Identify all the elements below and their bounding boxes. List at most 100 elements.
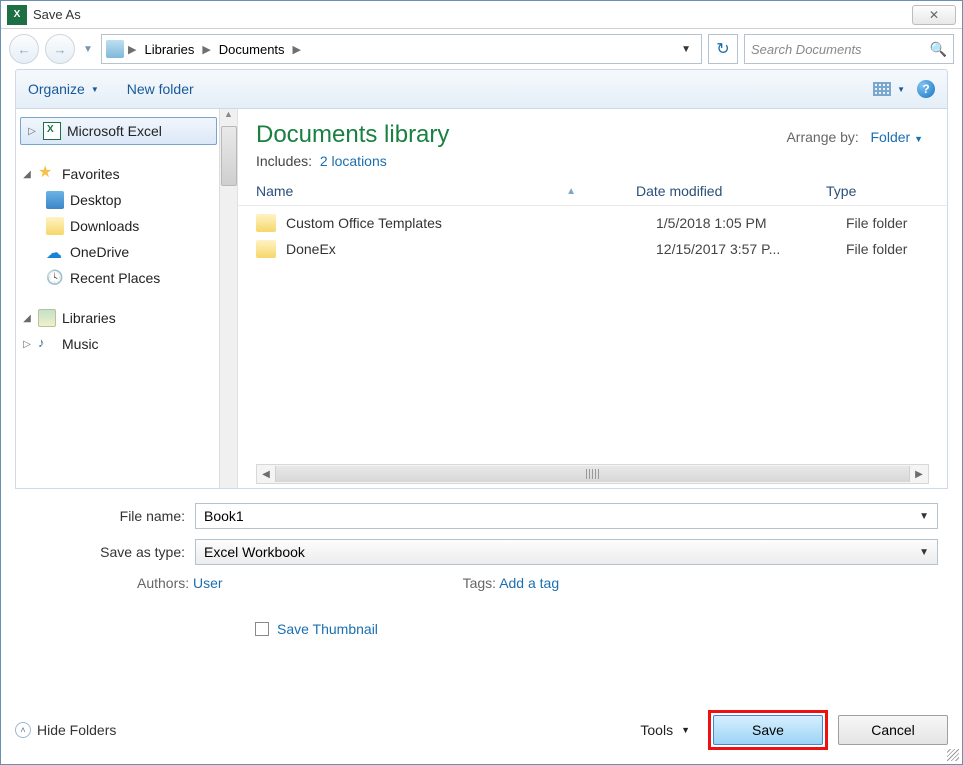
file-list-pane: Documents library Includes: 2 locations … xyxy=(238,109,947,488)
organize-menu[interactable]: Organize ▼ xyxy=(28,81,99,97)
folder-icon xyxy=(256,240,276,258)
chevron-right-icon[interactable]: ▶ xyxy=(293,43,301,56)
history-dropdown[interactable]: ▼ xyxy=(81,34,95,64)
filename-input[interactable]: Book1 ▼ xyxy=(195,503,938,529)
arrange-value[interactable]: Folder xyxy=(871,129,911,145)
close-button[interactable]: ✕ xyxy=(912,5,956,25)
sidebar-item-label: Downloads xyxy=(70,218,139,234)
filetype-row: Save as type: Excel Workbook ▼ xyxy=(25,539,938,565)
includes-link[interactable]: 2 locations xyxy=(320,153,387,169)
address-dropdown[interactable]: ▼ xyxy=(675,44,697,55)
resize-grip[interactable] xyxy=(947,749,959,761)
breadcrumb-label: Documents xyxy=(219,42,285,57)
column-headers: Name ▲ Date modified Type xyxy=(238,177,947,206)
file-date: 1/5/2018 1:05 PM xyxy=(656,215,846,231)
file-rows: Custom Office Templates 1/5/2018 1:05 PM… xyxy=(238,206,947,266)
scroll-up-icon[interactable]: ▲ xyxy=(220,109,237,125)
column-header-label: Name xyxy=(256,183,293,199)
column-header-name[interactable]: Name ▲ xyxy=(256,183,636,199)
refresh-button[interactable]: ↻ xyxy=(708,34,738,64)
save-as-dialog: Save As ✕ ← → ▼ ▶ Libraries ▶ Documents … xyxy=(0,0,963,765)
search-input[interactable]: Search Documents 🔍 xyxy=(744,34,954,64)
chevron-right-icon[interactable]: ▶ xyxy=(202,43,210,56)
scroll-right-icon[interactable]: ▶ xyxy=(910,465,928,483)
file-date: 12/15/2017 3:57 P... xyxy=(656,241,846,257)
file-row[interactable]: DoneEx 12/15/2017 3:57 P... File folder xyxy=(256,236,929,262)
tools-label: Tools xyxy=(640,722,673,738)
chevron-down-icon: ▼ xyxy=(91,85,99,94)
expand-icon[interactable]: ▷ xyxy=(22,339,32,350)
chevron-down-icon: ▼ xyxy=(914,134,923,144)
filetype-select[interactable]: Excel Workbook ▼ xyxy=(195,539,938,565)
command-bar: Organize ▼ New folder ▼ ? xyxy=(15,69,948,109)
window-title: Save As xyxy=(33,7,81,22)
file-row[interactable]: Custom Office Templates 1/5/2018 1:05 PM… xyxy=(256,210,929,236)
cancel-button[interactable]: Cancel xyxy=(838,715,948,745)
file-name: Custom Office Templates xyxy=(286,215,656,231)
sidebar-item-recent-places[interactable]: 🕓 Recent Places xyxy=(16,265,237,291)
titlebar: Save As ✕ xyxy=(1,1,962,29)
sidebar-item-libraries[interactable]: ◢ Libraries xyxy=(16,305,237,331)
arrange-by[interactable]: Arrange by: Folder ▼ xyxy=(786,129,923,145)
tags-label: Tags: xyxy=(463,575,496,591)
save-button-highlight: Save xyxy=(708,710,828,750)
tools-menu[interactable]: Tools ▼ xyxy=(640,722,690,738)
tags-field[interactable]: Add a tag xyxy=(499,575,559,591)
horizontal-scrollbar[interactable]: ◀ ▶ xyxy=(256,464,929,484)
save-button[interactable]: Save xyxy=(713,715,823,745)
view-icon xyxy=(873,82,891,96)
collapse-icon[interactable]: ◢ xyxy=(22,313,32,324)
view-options[interactable]: ▼ xyxy=(873,82,905,96)
sidebar-item-label: Desktop xyxy=(70,192,121,208)
sidebar-scrollbar[interactable]: ▲ xyxy=(219,109,237,488)
collapse-icon[interactable]: ◢ xyxy=(22,169,32,180)
sidebar-item-downloads[interactable]: Downloads xyxy=(16,213,237,239)
authors-field[interactable]: User xyxy=(193,575,223,591)
sidebar-item-label: Libraries xyxy=(62,310,116,326)
scroll-left-icon[interactable]: ◀ xyxy=(257,465,275,483)
breadcrumb-documents[interactable]: Documents xyxy=(215,35,289,63)
chevron-down-icon[interactable]: ▼ xyxy=(919,547,929,558)
folder-icon xyxy=(46,217,64,235)
sidebar-item-microsoft-excel[interactable]: ▷ Microsoft Excel xyxy=(20,117,217,145)
scrollbar-track[interactable] xyxy=(275,466,910,482)
save-thumbnail-checkbox[interactable] xyxy=(255,622,269,636)
sidebar-item-desktop[interactable]: Desktop xyxy=(16,187,237,213)
search-icon[interactable]: 🔍 xyxy=(930,41,947,58)
hide-folders-label: Hide Folders xyxy=(37,722,116,738)
hide-folders-button[interactable]: ˄ Hide Folders xyxy=(15,722,116,738)
navigation-pane[interactable]: ▷ Microsoft Excel ◢ ★ Favorites Desktop xyxy=(16,109,238,488)
metadata-row: Authors: User Tags: Add a tag xyxy=(25,575,938,591)
help-button[interactable]: ? xyxy=(917,80,935,98)
save-form: File name: Book1 ▼ Save as type: Excel W… xyxy=(1,489,962,647)
expand-icon[interactable]: ▷ xyxy=(27,126,37,137)
search-placeholder: Search Documents xyxy=(751,42,862,57)
sidebar-item-label: Microsoft Excel xyxy=(67,123,162,139)
sidebar-item-label: Recent Places xyxy=(70,270,160,286)
scrollbar-grip-icon xyxy=(586,469,600,479)
filename-row: File name: Book1 ▼ xyxy=(25,503,938,529)
new-folder-button[interactable]: New folder xyxy=(127,81,194,97)
filename-value: Book1 xyxy=(204,508,244,524)
chevron-right-icon[interactable]: ▶ xyxy=(128,43,136,56)
scrollbar-thumb[interactable] xyxy=(221,126,237,186)
back-button[interactable]: ← xyxy=(9,34,39,64)
breadcrumb-libraries[interactable]: Libraries xyxy=(140,35,198,63)
dialog-footer: ˄ Hide Folders Tools ▼ Save Cancel xyxy=(15,710,948,750)
file-name: DoneEx xyxy=(286,241,656,257)
chevron-down-icon[interactable]: ▼ xyxy=(919,511,929,522)
sidebar-item-label: OneDrive xyxy=(70,244,129,260)
sort-indicator-icon: ▲ xyxy=(566,186,576,197)
includes-label: Includes: xyxy=(256,153,312,169)
forward-button[interactable]: → xyxy=(45,34,75,64)
address-bar[interactable]: ▶ Libraries ▶ Documents ▶ ▼ xyxy=(101,34,702,64)
star-icon: ★ xyxy=(38,165,56,183)
filename-label: File name: xyxy=(25,508,195,524)
column-header-type[interactable]: Type xyxy=(826,183,929,199)
excel-icon xyxy=(43,122,61,140)
desktop-icon xyxy=(46,191,64,209)
column-header-date[interactable]: Date modified xyxy=(636,183,826,199)
sidebar-item-onedrive[interactable]: ☁ OneDrive xyxy=(16,239,237,265)
sidebar-item-music[interactable]: ▷ ♪ Music xyxy=(16,331,237,357)
sidebar-item-favorites[interactable]: ◢ ★ Favorites xyxy=(16,161,237,187)
